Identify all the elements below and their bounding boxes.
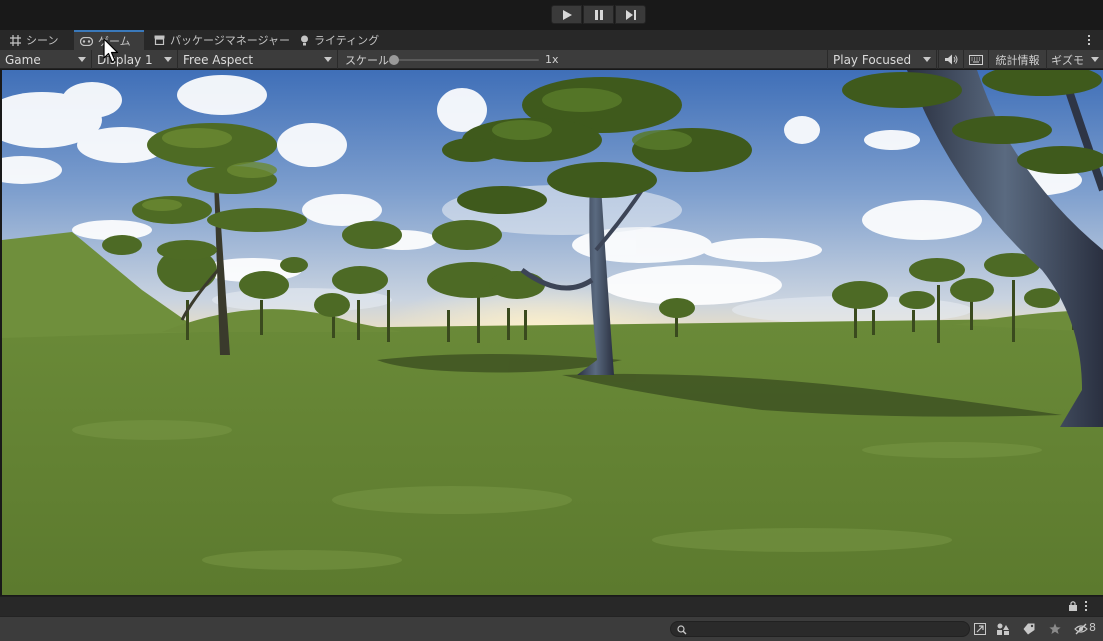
package-icon [154, 35, 165, 45]
tab-label: パッケージマネージャー [170, 34, 291, 47]
play-mode-value: Play Focused [833, 52, 912, 67]
stats-button[interactable]: 統計情報 [988, 50, 1046, 69]
project-toolbar: 8 [0, 616, 1103, 641]
aspect-value: Free Aspect [183, 52, 254, 67]
editor-tab-strip: シーン ゲーム パッケージマネージャー ライティング [0, 30, 1103, 50]
game-view-toolbar: Game Display 1 Free Aspect スケール 1x Play … [0, 50, 1103, 69]
view-mode-dropdown[interactable]: Game [0, 50, 92, 69]
shortcuts-button[interactable] [963, 50, 988, 69]
more-options-icon[interactable] [1085, 600, 1087, 612]
pause-icon [594, 9, 603, 20]
scale-slider-track[interactable] [393, 59, 539, 61]
filter-window-icon [974, 623, 986, 635]
mute-audio-button[interactable] [938, 50, 963, 69]
tab-package-manager[interactable]: パッケージマネージャー [144, 30, 290, 50]
speaker-icon [944, 54, 957, 65]
lock-icon[interactable] [1068, 600, 1078, 615]
gizmos-label: ギズモ [1051, 53, 1084, 67]
shapes-icon [997, 623, 1009, 635]
chevron-down-icon [78, 57, 86, 62]
play-controls [551, 5, 646, 24]
view-mode-value: Game [5, 52, 41, 67]
tab-label: ライティング [314, 34, 380, 47]
search-by-type-button[interactable] [970, 620, 990, 638]
tab-lighting[interactable]: ライティング [290, 30, 380, 50]
more-options-icon[interactable] [1083, 33, 1095, 47]
hidden-count: 8 [1089, 621, 1096, 634]
eye-slash-icon [1074, 623, 1088, 635]
mouse-cursor-icon [103, 38, 119, 63]
play-toolbar [0, 0, 1103, 30]
bottom-tab-strip [0, 596, 1103, 616]
play-mode-dropdown[interactable]: Play Focused [827, 50, 937, 69]
scale-slider-handle[interactable] [389, 55, 399, 65]
keyboard-icon [969, 54, 983, 65]
play-button[interactable] [551, 5, 582, 24]
filter-by-label-button[interactable] [1019, 620, 1039, 638]
chevron-down-icon [324, 57, 332, 62]
chevron-down-icon [923, 57, 931, 62]
stats-label: 統計情報 [995, 53, 1040, 67]
filter-by-type-button[interactable] [993, 620, 1013, 638]
step-icon [625, 9, 636, 20]
favorites-button[interactable] [1045, 620, 1065, 638]
step-button[interactable] [615, 5, 646, 24]
search-icon [677, 625, 687, 635]
search-input[interactable] [670, 621, 970, 637]
hidden-packages-button[interactable] [1071, 620, 1091, 638]
scale-label: スケール [345, 53, 389, 67]
grid-icon [10, 34, 21, 46]
chevron-down-icon [1091, 57, 1099, 62]
game-viewport[interactable] [2, 70, 1103, 595]
play-icon [562, 9, 572, 20]
tab-label: シーン [26, 34, 59, 47]
star-icon [1049, 623, 1061, 634]
aspect-dropdown[interactable]: Free Aspect [178, 50, 338, 69]
pause-button[interactable] [583, 5, 614, 24]
chevron-down-icon [164, 57, 172, 62]
lightbulb-icon [300, 35, 309, 46]
scale-value: 1x [545, 53, 559, 66]
gamepad-icon [80, 36, 93, 46]
tab-scene[interactable]: シーン [0, 30, 72, 50]
gizmos-dropdown[interactable]: ギズモ [1046, 50, 1103, 69]
game-render [2, 70, 1103, 595]
tag-icon [1023, 623, 1035, 635]
